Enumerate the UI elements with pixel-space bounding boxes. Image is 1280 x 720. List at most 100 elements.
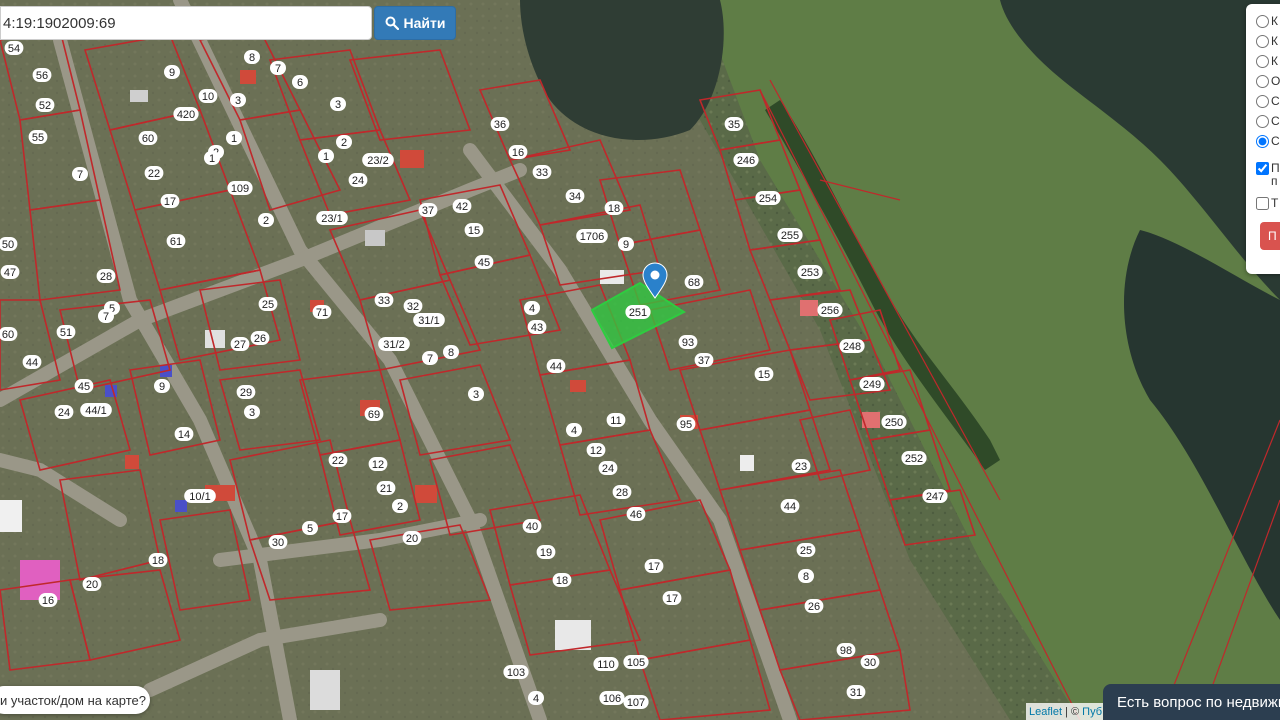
plot-label: 15 [754,367,774,381]
layer-radio-2[interactable] [1256,34,1269,48]
overlay-checkbox-2[interactable] [1256,196,1269,210]
plot-label-text: 8 [448,347,454,359]
plot-label-text: 30 [272,537,284,549]
search-button[interactable]: Найти [374,6,456,40]
attribution-source-link[interactable]: Пуб [1082,706,1102,718]
plot-label: 1706 [576,229,608,243]
plot-label-text: 105 [627,657,645,669]
help-pill[interactable]: и участок/дом на карте? [0,686,150,714]
plot-label: 22 [144,166,164,180]
layer-option-5[interactable]: С [1256,94,1280,108]
layer-radio-1[interactable] [1256,14,1269,28]
cadastral-search-field[interactable] [0,6,372,40]
plot-label-text: 9 [159,381,165,393]
plot-label: 3 [330,97,346,111]
plot-label-text: 60 [142,133,154,145]
plot-label-text: 106 [603,693,621,705]
satellite-map[interactable]: 5456876391042052556012122176175047285725… [0,0,1280,720]
leaflet-link[interactable]: Leaflet [1029,706,1062,718]
chat-widget-text: Есть вопрос по недвижи [1117,693,1280,711]
plot-label: 1 [318,149,334,163]
plot-label-text: 8 [249,52,255,64]
layer-option-1[interactable]: К [1256,14,1278,28]
plot-label-text: 7 [427,353,433,365]
plot-label-text: 246 [737,155,755,167]
layer-option-2[interactable]: К [1256,34,1278,48]
plot-label: 31 [846,685,866,699]
plot-label: 18 [604,201,624,215]
plot-label-text: 12 [590,445,602,457]
plot-label: 26 [804,599,824,613]
plot-label: 3 [230,93,246,107]
plot-label: 103 [503,665,529,679]
plot-label: 252 [901,451,927,465]
plot-label-text: 256 [821,305,839,317]
plot-label: 420 [173,107,199,121]
plot-label: 18 [148,553,168,567]
plot-label: 60 [0,327,18,341]
cadastral-search-input[interactable] [1,7,371,39]
plot-label: 31/1 [413,313,445,327]
plot-label-text: 36 [494,119,506,131]
plot-label: 61 [166,234,186,248]
plot-label: 54 [4,41,24,55]
plot-label-text: 10 [202,91,214,103]
overlay-option-2[interactable]: Т [1256,196,1278,210]
plot-label: 10/1 [184,489,216,503]
plot-label-text: 98 [840,645,852,657]
plot-label: 33 [374,293,394,307]
plot-label-text: 45 [478,257,490,269]
plot-label-text: 2 [263,215,269,227]
layer-radio-4[interactable] [1256,74,1269,88]
plot-label-text: 23 [795,461,807,473]
layers-apply-button[interactable]: П [1260,222,1280,250]
attribution-separator: | © [1062,705,1083,718]
plot-label-text: 107 [627,697,645,709]
plot-label: 1 [226,131,242,145]
plot-label: 69 [364,407,384,421]
plot-label-text: 7 [103,311,109,323]
layer-option-4[interactable]: О [1256,74,1280,88]
plot-label-text: 4 [533,693,539,705]
layer-label-7: С [1271,134,1280,148]
overlay-checkbox-1[interactable] [1256,162,1269,175]
plot-label-text: 42 [456,201,468,213]
overlay-option-1[interactable]: Пп [1256,162,1280,188]
plot-label-text: 28 [100,271,112,283]
layer-radio-5[interactable] [1256,94,1269,108]
plot-label: 11 [606,413,626,427]
plot-label-text: 17 [666,593,678,605]
plot-label: 4 [566,423,582,437]
plot-label: 23/2 [362,153,394,167]
plot-label-text: 8 [803,571,809,583]
layer-radio-6[interactable] [1256,114,1269,128]
plot-label: 30 [268,535,288,549]
plot-label: 27 [230,337,250,351]
plot-label-text: 21 [380,483,392,495]
plot-label: 16 [38,593,58,607]
plot-label-text: 4 [529,303,535,315]
plot-label-text: 7 [275,63,281,75]
plot-label: 8 [798,569,814,583]
plot-label: 44 [780,499,800,513]
plot-label-text: 69 [368,409,380,421]
plot-label: 52 [35,98,55,112]
chat-widget-tab[interactable]: Есть вопрос по недвижи [1103,684,1280,720]
plot-label-text: 15 [758,369,770,381]
plot-label: 45 [474,255,494,269]
plot-label-text: 31/2 [383,339,404,351]
plot-label: 43 [527,320,547,334]
layer-radio-3[interactable] [1256,54,1269,68]
layer-radio-7[interactable] [1256,134,1269,148]
plot-label: 71 [312,305,332,319]
layer-option-6[interactable]: С [1256,114,1280,128]
layer-option-7[interactable]: С [1256,134,1280,148]
plot-label-text: 10/1 [189,491,210,503]
plot-label-text: 60 [2,329,14,341]
plot-label-text: 3 [335,99,341,111]
plot-label: 2 [336,135,352,149]
layer-option-3[interactable]: К [1256,54,1278,68]
plot-label-text: 249 [863,379,881,391]
plot-label: 42 [452,199,472,213]
map-canvas[interactable]: 5456876391042052556012122176175047285725… [0,0,1280,720]
